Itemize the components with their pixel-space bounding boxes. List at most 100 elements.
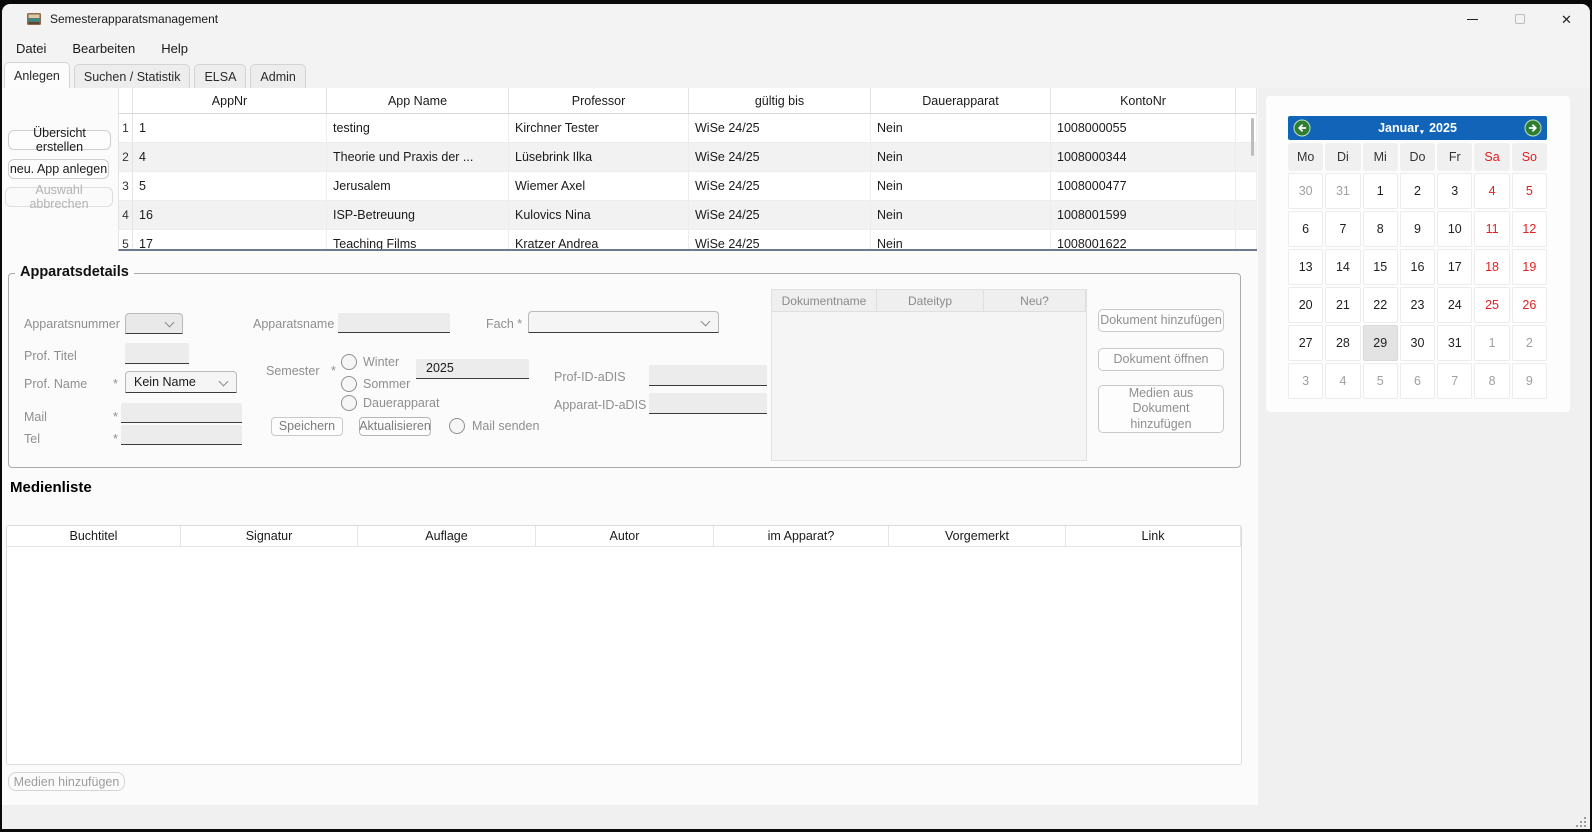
menu-help[interactable]: Help [161,41,188,56]
maximize-button[interactable] [1496,4,1543,34]
calendar-month-year[interactable]: Januar▾ 2025 [1311,121,1524,136]
calendar-day[interactable]: 10 [1437,211,1472,247]
calendar-day[interactable]: 18 [1474,249,1509,285]
table-row[interactable]: 416ISP-BetreuungKulovics NinaWiSe 24/25N… [119,201,1257,230]
calendar-day[interactable]: 4 [1325,363,1360,399]
calendar-prev-icon[interactable] [1293,119,1311,137]
media-column-header[interactable]: Auflage [358,526,536,546]
speichern-button[interactable]: Speichern [271,417,343,436]
aktualisieren-button[interactable]: Aktualisieren [359,417,431,436]
dauerapparat-radio[interactable] [341,395,357,411]
calendar-day[interactable]: 6 [1400,363,1435,399]
neu-app-anlegen-button[interactable]: neu. App anlegen [8,159,109,179]
tab-suchen-statistik[interactable]: Suchen / Statistik [74,64,191,88]
table-row[interactable]: 11testingKirchner TesterWiSe 24/25Nein10… [119,114,1257,143]
calendar-day[interactable]: 5 [1363,363,1398,399]
table-row[interactable]: 517Teaching FilmsKratzer AndreaWiSe 24/2… [119,230,1257,251]
calendar-day[interactable]: 6 [1288,211,1323,247]
calendar-day[interactable]: 12 [1512,211,1547,247]
apparatsnummer-select[interactable] [125,313,183,334]
calendar-day[interactable]: 27 [1288,325,1323,361]
calendar-day[interactable]: 11 [1474,211,1509,247]
doc-column-header[interactable]: Neu? [984,290,1086,311]
calendar-day[interactable]: 14 [1325,249,1360,285]
semester-winter-radio[interactable] [341,354,357,370]
calendar-day[interactable]: 5 [1512,173,1547,209]
calendar-day[interactable]: 3 [1437,173,1472,209]
calendar-day[interactable]: 13 [1288,249,1323,285]
calendar-day[interactable]: 23 [1400,287,1435,323]
calendar-day[interactable]: 26 [1512,287,1547,323]
calendar-day[interactable]: 7 [1325,211,1360,247]
column-header-0[interactable]: AppNr [133,88,327,113]
calendar-day[interactable]: 8 [1474,363,1509,399]
calendar-day[interactable]: 2 [1400,173,1435,209]
column-header-3[interactable]: gültig bis [689,88,871,113]
prof-id-adis-input[interactable] [649,365,767,386]
calendar-day[interactable]: 4 [1474,173,1509,209]
calendar-day[interactable]: 24 [1437,287,1472,323]
medien-aus-dokument-button[interactable]: Medien aus Dokument hinzufügen [1098,385,1224,433]
calendar-day[interactable]: 3 [1288,363,1323,399]
media-column-header[interactable]: Buchtitel [7,526,181,546]
calendar-day[interactable]: 30 [1288,173,1323,209]
mail-input[interactable] [121,403,242,423]
calendar-next-icon[interactable] [1524,119,1542,137]
dokument-oeffnen-button[interactable]: Dokument öffnen [1098,348,1224,371]
media-column-header[interactable]: Link [1066,526,1241,546]
doc-column-header[interactable]: Dateityp [877,290,984,311]
calendar-day[interactable]: 9 [1512,363,1547,399]
apps-table-scrollbar[interactable] [1251,118,1254,156]
media-column-header[interactable]: im Apparat? [714,526,889,546]
column-header-4[interactable]: Dauerapparat [871,88,1051,113]
menu-datei[interactable]: Datei [16,41,46,56]
medien-hinzufuegen-button[interactable]: Medien hinzufügen [8,772,125,791]
media-column-header[interactable]: Signatur [181,526,358,546]
media-column-header[interactable]: Autor [536,526,714,546]
uebersicht-erstellen-button[interactable]: Übersicht erstellen [8,130,111,150]
app-icon[interactable] [26,11,42,27]
tab-anlegen[interactable]: Anlegen [4,62,70,88]
doc-column-header[interactable]: Dokumentname [772,290,877,311]
media-column-header[interactable]: Vorgemerkt [889,526,1066,546]
column-header-1[interactable]: App Name [327,88,509,113]
auswahl-abbrechen-button[interactable]: Auswahl abbrechen [5,187,113,207]
calendar-day[interactable]: 1 [1363,173,1398,209]
fach-select[interactable] [528,311,719,333]
calendar-day[interactable]: 25 [1474,287,1509,323]
resize-grip[interactable] [1574,815,1586,827]
calendar-day[interactable]: 8 [1363,211,1398,247]
apparat-id-adis-input[interactable] [649,393,767,414]
calendar-day[interactable]: 1 [1474,325,1509,361]
calendar-day[interactable]: 19 [1512,249,1547,285]
semester-sommer-radio[interactable] [341,376,357,392]
calendar-day[interactable]: 30 [1400,325,1435,361]
calendar-day[interactable]: 31 [1325,173,1360,209]
menu-bearbeiten[interactable]: Bearbeiten [72,41,135,56]
close-button[interactable]: ✕ [1543,4,1590,34]
calendar-day[interactable]: 28 [1325,325,1360,361]
calendar-day[interactable]: 21 [1325,287,1360,323]
table-row[interactable]: 35JerusalemWiemer AxelWiSe 24/25Nein1008… [119,172,1257,201]
calendar-day[interactable]: 31 [1437,325,1472,361]
prof-name-select[interactable]: Kein Name [125,371,237,393]
minimize-button[interactable] [1449,4,1496,34]
calendar-day[interactable]: 9 [1400,211,1435,247]
tel-input[interactable] [121,425,242,445]
dokument-hinzufuegen-button[interactable]: Dokument hinzufügen [1098,309,1224,332]
apparatsname-input[interactable] [338,313,450,333]
calendar-day[interactable]: 15 [1363,249,1398,285]
calendar-day-selected[interactable]: 29 [1363,325,1398,361]
calendar-day[interactable]: 16 [1400,249,1435,285]
column-header-5[interactable]: KontoNr [1051,88,1236,113]
tab-elsa[interactable]: ELSA [194,64,246,88]
column-header-2[interactable]: Professor [509,88,689,113]
calendar-day[interactable]: 2 [1512,325,1547,361]
tab-admin[interactable]: Admin [250,64,305,88]
prof-titel-input[interactable] [125,343,189,364]
semester-year-input[interactable]: 2025 [416,359,529,379]
calendar-day[interactable]: 17 [1437,249,1472,285]
mail-senden-checkbox[interactable] [449,418,465,434]
table-row[interactable]: 24Theorie und Praxis der ...Lüsebrink Il… [119,143,1257,172]
calendar-day[interactable]: 7 [1437,363,1472,399]
